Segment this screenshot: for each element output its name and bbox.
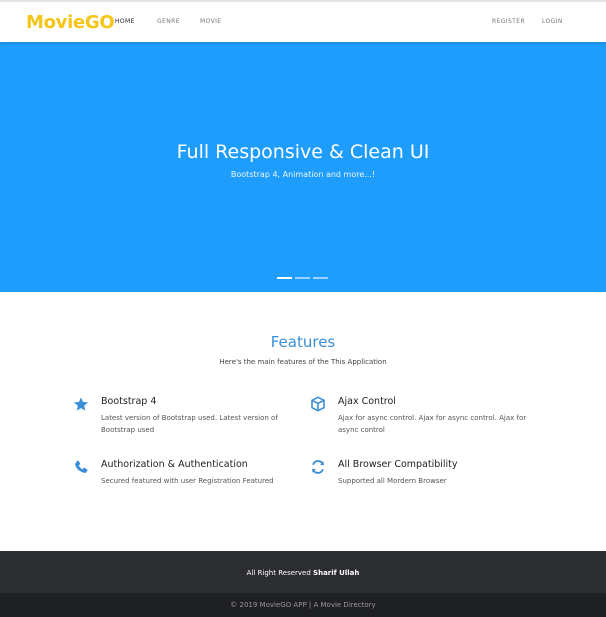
footer-credit: All Right Reserved Sharif Ullah — [0, 569, 606, 577]
feature-title: All Browser Compatibility — [338, 459, 458, 470]
refresh-icon — [310, 459, 326, 475]
nav-link-login[interactable]: LOGIN — [542, 18, 563, 25]
feature-title: Bootstrap 4 — [101, 396, 157, 407]
feature-description: Ajax for async control. Ajax for async c… — [338, 414, 527, 434]
feature-description: Secured featured with user Registration … — [101, 477, 274, 485]
nav-link-movie[interactable]: MOVIE — [200, 18, 221, 25]
top-navbar: MovieGO HOME GENRE MOVIE REGISTER LOGIN — [0, 0, 606, 42]
feature-description: Supported all Mordern Browser — [338, 477, 447, 485]
features-title: Features — [270, 333, 336, 351]
nav-link-register[interactable]: REGISTER — [492, 18, 525, 25]
feature-title: Authorization & Authentication — [101, 459, 248, 470]
hero-title: Full Responsive & Clean UI — [176, 141, 430, 163]
footer-author-name: Sharif Ullah — [313, 569, 360, 577]
star-icon — [73, 396, 89, 412]
footer-copyright-bar: © 2019 MovieGO APP | A Movie Directory — [0, 593, 606, 617]
features-subtitle: Here's the main features of the This App… — [219, 358, 387, 366]
phone-icon — [73, 459, 89, 475]
carousel-indicators — [277, 277, 328, 281]
footer-credit-bar: All Right Reserved Sharif Ullah — [0, 551, 606, 593]
carousel-indicator-2[interactable] — [295, 277, 310, 279]
footer-credit-prefix: All Right Reserved — [246, 569, 311, 577]
hero-subtitle: Bootstrap 4, Animation and more...! — [230, 170, 376, 179]
feature-title: Ajax Control — [338, 396, 396, 407]
nav-link-home[interactable]: HOME — [115, 18, 135, 25]
footer-copyright: © 2019 MovieGO APP | A Movie Directory — [230, 601, 376, 609]
carousel-indicator-3[interactable] — [313, 277, 328, 279]
feature-description: Latest version of Bootstrap used. Latest… — [101, 414, 278, 434]
nav-link-genre[interactable]: GENRE — [157, 18, 180, 25]
carousel-indicator-1[interactable] — [277, 277, 292, 279]
brand-logo[interactable]: MovieGO — [26, 12, 115, 33]
cube-icon — [310, 396, 326, 412]
hero-carousel: Full Responsive & Clean UI Bootstrap 4, … — [0, 42, 606, 292]
